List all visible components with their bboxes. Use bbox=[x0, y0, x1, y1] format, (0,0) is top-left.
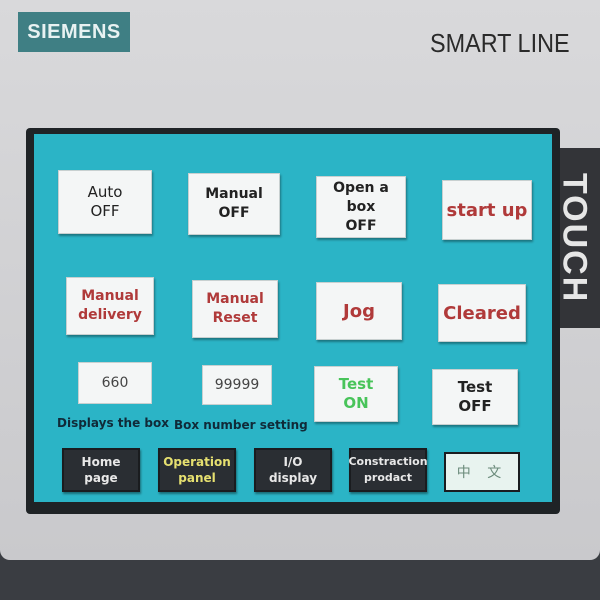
manual-delivery-button[interactable]: Manual delivery bbox=[66, 277, 154, 335]
button-label-2: delivery bbox=[78, 307, 142, 323]
nav-operation-panel[interactable]: Operation panel bbox=[158, 448, 236, 492]
button-state: OFF bbox=[345, 217, 377, 234]
box-number-input[interactable]: 99999 bbox=[202, 365, 272, 405]
nav-label-2: panel bbox=[178, 471, 216, 485]
jog-button[interactable]: Jog bbox=[316, 282, 402, 340]
language-chinese-button[interactable]: 中 文 bbox=[444, 452, 520, 492]
button-label: Auto bbox=[87, 183, 123, 201]
button-label: Manual bbox=[206, 291, 264, 307]
brand-logo: SIEMENS bbox=[18, 12, 130, 52]
displays-box-label: Displays the box bbox=[57, 416, 169, 430]
nav-construction-product[interactable]: Constraction prodact bbox=[348, 448, 428, 492]
button-label: Test bbox=[457, 378, 493, 396]
nav-label: Constraction bbox=[348, 455, 428, 468]
nav-label-2: prodact bbox=[364, 471, 412, 484]
nav-label: Operation bbox=[163, 455, 231, 469]
nav-label-2: page bbox=[84, 471, 118, 485]
button-state: OFF bbox=[90, 202, 120, 220]
button-state: OFF bbox=[218, 205, 250, 221]
button-label: Open a box bbox=[333, 179, 389, 215]
nav-io-display[interactable]: I/O display bbox=[254, 448, 332, 492]
nav-home-page[interactable]: Home page bbox=[62, 448, 140, 492]
button-label: Test bbox=[338, 375, 374, 393]
button-state: OFF bbox=[458, 397, 492, 415]
manual-reset-button[interactable]: Manual Reset bbox=[192, 280, 278, 338]
open-box-button[interactable]: Open a box OFF bbox=[316, 176, 406, 238]
auto-off-button[interactable]: Auto OFF bbox=[58, 170, 152, 234]
test-off-button[interactable]: Test OFF bbox=[432, 369, 518, 425]
nav-label: I/O bbox=[283, 455, 303, 469]
box-number-label: Box number setting bbox=[174, 418, 308, 432]
cleared-button[interactable]: Cleared bbox=[438, 284, 526, 342]
button-label: Manual bbox=[205, 186, 263, 202]
model-label: SMART LINE bbox=[430, 28, 570, 58]
manual-off-button[interactable]: Manual OFF bbox=[188, 173, 280, 235]
displays-box-field: 660 bbox=[78, 362, 152, 404]
button-label: Manual bbox=[81, 288, 139, 304]
nav-label: Home bbox=[81, 455, 121, 469]
nav-label-2: display bbox=[268, 471, 318, 485]
button-label-2: Reset bbox=[212, 310, 258, 326]
test-on-button[interactable]: Test ON bbox=[314, 366, 398, 422]
start-up-button[interactable]: start up bbox=[442, 180, 532, 240]
button-state: ON bbox=[343, 394, 369, 412]
